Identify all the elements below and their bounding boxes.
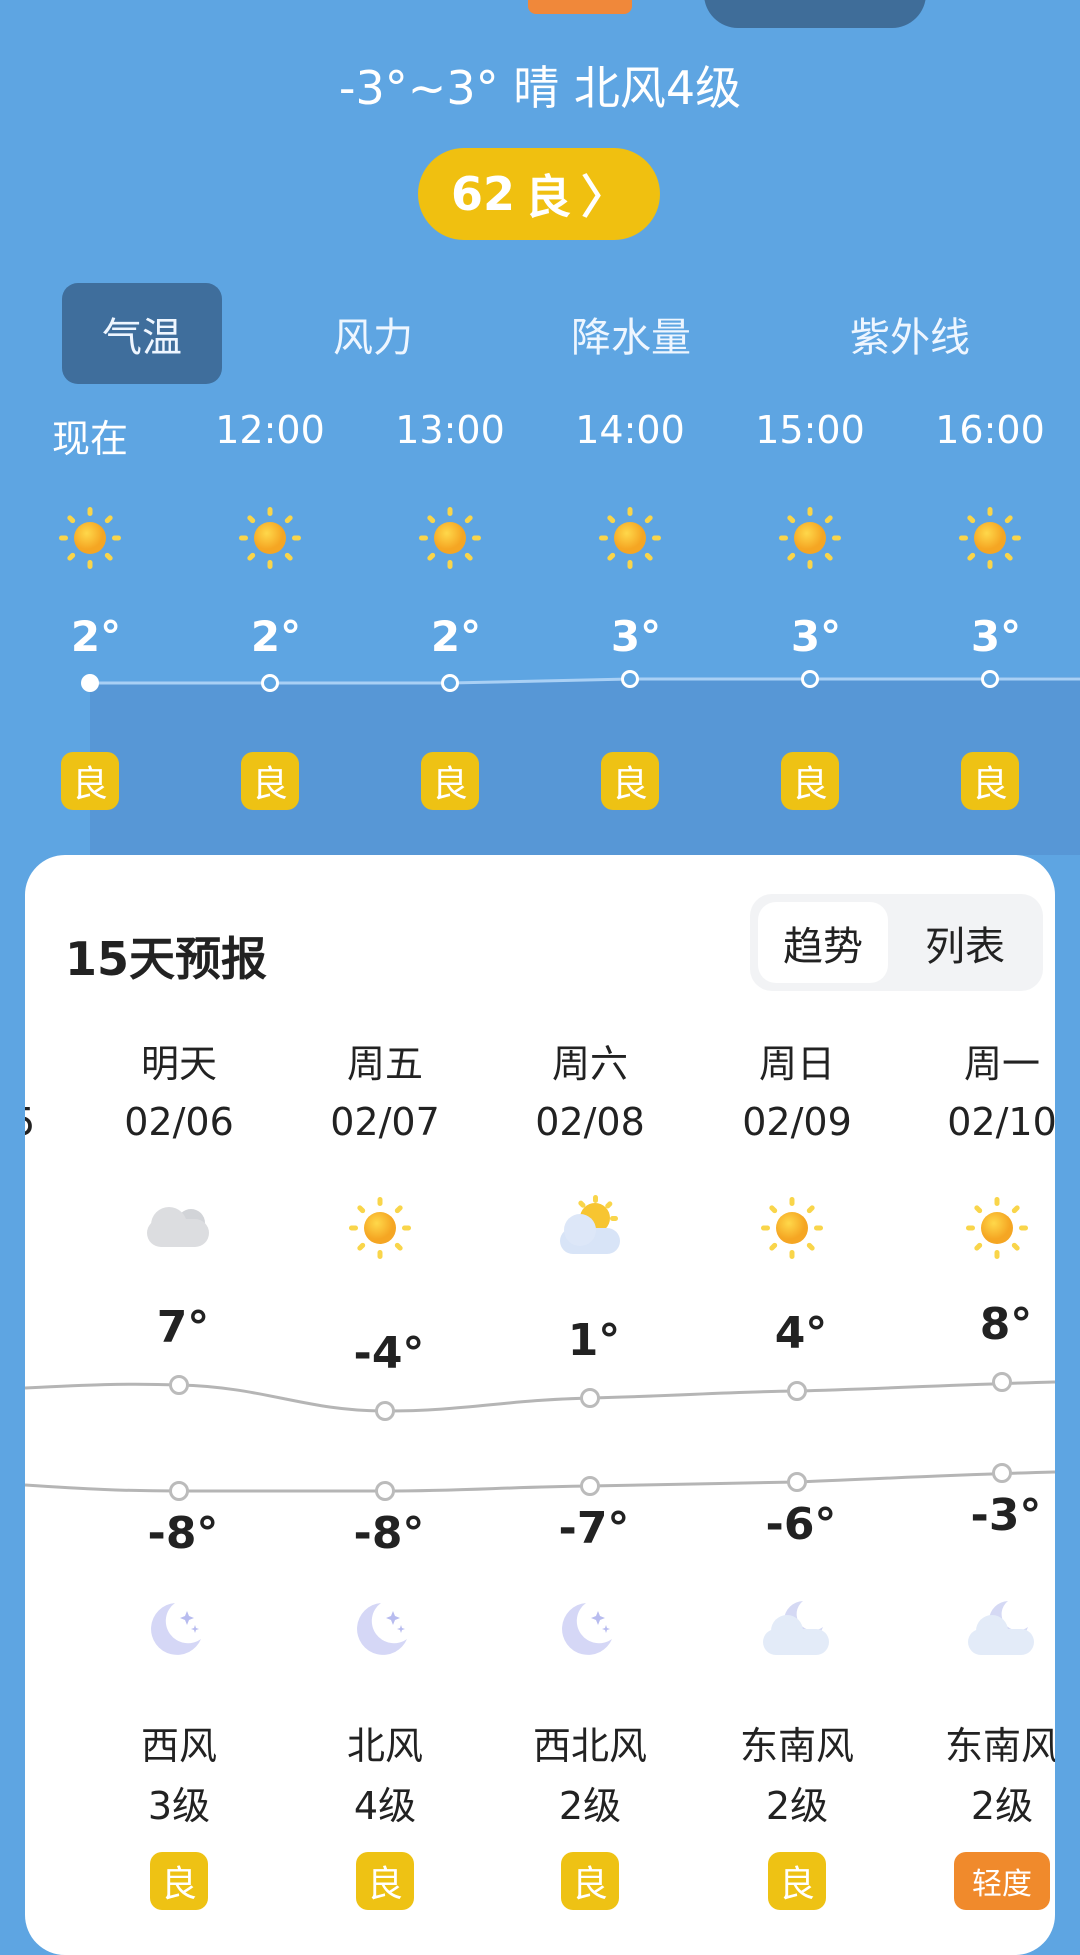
hour-time: 12:00 [215, 408, 325, 452]
moon-cloud-icon [962, 1595, 1042, 1669]
hourly-chart [90, 677, 1080, 855]
day-date: 02/09 [742, 1100, 852, 1144]
low-temp: -7° [558, 1503, 630, 1554]
high-temp: 8° [979, 1299, 1033, 1350]
sun-icon [955, 503, 1025, 577]
hour-temp: 2° [430, 612, 482, 661]
day-date: 02/06 [124, 1100, 234, 1144]
day-name: 周日 [758, 1042, 836, 1086]
low-temp-point [787, 1472, 807, 1492]
sun-icon [55, 503, 125, 577]
aqi-badge: 轻度 [954, 1852, 1050, 1910]
day-date: 02/07 [330, 1100, 440, 1144]
hour-temp: 2° [70, 612, 122, 661]
aqi-badge: 良 [561, 1852, 619, 1910]
hour-temp-point [621, 670, 639, 688]
low-temp-point [580, 1476, 600, 1496]
high-temp-point [375, 1401, 395, 1421]
hour-time: 现在 [51, 417, 129, 461]
aqi-badge: 良 [150, 1852, 208, 1910]
partly-cloudy-icon [550, 1193, 630, 1267]
day-name: 明天 [140, 1042, 218, 1086]
forecast-card: 15天预报 趋势 列表 5 明天 02/06 7° -8° 西风 3级 良周五 … [25, 855, 1055, 1955]
aqi-badge: 良 [61, 752, 119, 810]
moon-stars-icon [345, 1595, 415, 1669]
wind-level: 2级 [765, 1784, 829, 1828]
low-temp-point [992, 1463, 1012, 1483]
low-temp: -3° [970, 1490, 1042, 1541]
high-temp: 7° [156, 1302, 210, 1353]
aqi-badge: 良 [241, 752, 299, 810]
hour-temp: 3° [790, 612, 842, 661]
sun-icon [345, 1193, 415, 1267]
sun-icon [775, 503, 845, 577]
aqi-badge: 良 [768, 1852, 826, 1910]
sun-icon [962, 1193, 1032, 1267]
high-temp: 1° [567, 1315, 621, 1366]
aqi-badge: 良 [601, 752, 659, 810]
high-temp-point [992, 1372, 1012, 1392]
hour-temp-point [441, 674, 459, 692]
high-temp-point [169, 1375, 189, 1395]
high-temp: -4° [353, 1328, 425, 1379]
low-temp-point [375, 1481, 395, 1501]
sun-icon [595, 503, 665, 577]
day-name: 周一 [963, 1042, 1041, 1086]
sun-icon [757, 1193, 827, 1267]
low-temp: -8° [353, 1508, 425, 1559]
hour-temp: 3° [970, 612, 1022, 661]
sun-icon [415, 503, 485, 577]
wind-direction: 西北风 [532, 1724, 648, 1768]
day-date: 02/10 [947, 1100, 1055, 1144]
low-temp: -6° [765, 1499, 837, 1550]
wind-direction: 东南风 [944, 1724, 1055, 1768]
aqi-badge: 良 [421, 752, 479, 810]
hour-time: 15:00 [755, 408, 865, 452]
wind-level: 2级 [970, 1784, 1034, 1828]
aqi-badge: 良 [781, 752, 839, 810]
wind-level: 4级 [353, 1784, 417, 1828]
moon-cloud-icon [757, 1595, 837, 1669]
hour-temp: 2° [250, 612, 302, 661]
wind-level: 2级 [558, 1784, 622, 1828]
sun-icon [235, 503, 305, 577]
hour-time: 16:00 [935, 408, 1045, 452]
day-name: 周六 [551, 1042, 629, 1086]
wind-level: 3级 [147, 1784, 211, 1828]
wind-direction: 西风 [140, 1724, 218, 1768]
aqi-badge: 良 [961, 752, 1019, 810]
low-temp-point [169, 1481, 189, 1501]
hour-temp-point [261, 674, 279, 692]
hour-time: 14:00 [575, 408, 685, 452]
hour-temp: 3° [610, 612, 662, 661]
hour-time: 13:00 [395, 408, 505, 452]
hour-temp-point [81, 674, 99, 692]
day-date: 02/08 [535, 1100, 645, 1144]
wind-direction: 东南风 [739, 1724, 855, 1768]
high-temp-point [580, 1388, 600, 1408]
moon-stars-icon [139, 1595, 209, 1669]
wind-direction: 北风 [346, 1724, 424, 1768]
hour-temp-point [981, 670, 999, 688]
low-temp: -8° [147, 1508, 219, 1559]
high-temp: 4° [774, 1308, 828, 1359]
moon-stars-icon [550, 1595, 620, 1669]
high-temp-point [787, 1381, 807, 1401]
hour-temp-point [801, 670, 819, 688]
aqi-badge: 良 [356, 1852, 414, 1910]
day-name: 周五 [346, 1042, 424, 1086]
hourly-area [90, 677, 1080, 855]
cloudy-icon [139, 1193, 219, 1267]
